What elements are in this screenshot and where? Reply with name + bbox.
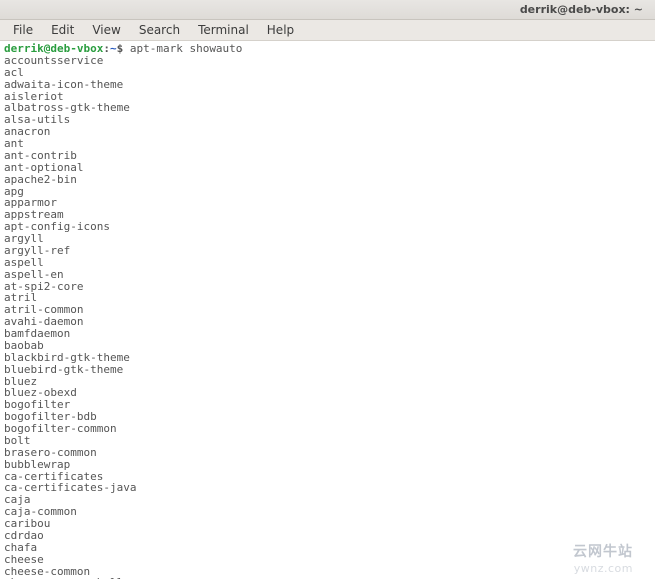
prompt-sep1: :: [103, 42, 110, 55]
menu-edit[interactable]: Edit: [42, 21, 83, 39]
output-line: atril: [4, 292, 651, 304]
output-line: bogofilter-common: [4, 423, 651, 435]
menu-search[interactable]: Search: [130, 21, 189, 39]
output-line: apt-config-icons: [4, 221, 651, 233]
output-line: bluez-obexd: [4, 387, 651, 399]
output-line: baobab: [4, 340, 651, 352]
output-line: bluez: [4, 376, 651, 388]
output-line: argyll: [4, 233, 651, 245]
watermark-sub: ywnz.com: [574, 562, 633, 575]
output-line: bogofilter: [4, 399, 651, 411]
output-line: apparmor: [4, 197, 651, 209]
menubar: File Edit View Search Terminal Help: [0, 20, 655, 41]
output-line: blackbird-gtk-theme: [4, 352, 651, 364]
window-titlebar: derrik@deb-vbox: ~: [0, 0, 655, 20]
output-line: acl: [4, 67, 651, 79]
output-line: bubblewrap: [4, 459, 651, 471]
output-line: albatross-gtk-theme: [4, 102, 651, 114]
output-line: alsa-utils: [4, 114, 651, 126]
menu-terminal[interactable]: Terminal: [189, 21, 258, 39]
output-line: ca-certificates-java: [4, 482, 651, 494]
output-line: argyll-ref: [4, 245, 651, 257]
output-line: apache2-bin: [4, 174, 651, 186]
menu-help[interactable]: Help: [258, 21, 303, 39]
output-line: chafa: [4, 542, 651, 554]
prompt-path: ~: [110, 42, 117, 55]
output-line: adwaita-icon-theme: [4, 79, 651, 91]
output-line: atril-common: [4, 304, 651, 316]
window-title: derrik@deb-vbox: ~: [520, 3, 643, 16]
output-line: caribou: [4, 518, 651, 530]
output-line: anacron: [4, 126, 651, 138]
output-line: caja: [4, 494, 651, 506]
menu-file[interactable]: File: [4, 21, 42, 39]
output-line: bamfdaemon: [4, 328, 651, 340]
terminal-viewport[interactable]: derrik@deb-vbox:~$ apt-mark showauto acc…: [0, 41, 655, 579]
output-line: ant-contrib: [4, 150, 651, 162]
output-line: ant: [4, 138, 651, 150]
output-line: aspell-en: [4, 269, 651, 281]
output-line: accountsservice: [4, 55, 651, 67]
output-line: aspell: [4, 257, 651, 269]
output-line: at-spi2-core: [4, 281, 651, 293]
output-line: bluebird-gtk-theme: [4, 364, 651, 376]
output-line: cheese: [4, 554, 651, 566]
prompt-sep2: $: [117, 42, 124, 55]
output-line: bolt: [4, 435, 651, 447]
menu-view[interactable]: View: [83, 21, 129, 39]
output-line: apg: [4, 186, 651, 198]
watermark-main: 云网牛站: [573, 541, 633, 561]
output-line: brasero-common: [4, 447, 651, 459]
prompt-command: apt-mark showauto: [130, 42, 243, 55]
output-line: caja-common: [4, 506, 651, 518]
output-container: accountsserviceacladwaita-icon-themeaisl…: [4, 55, 651, 579]
output-line: avahi-daemon: [4, 316, 651, 328]
output-line: ant-optional: [4, 162, 651, 174]
output-line: cdrdao: [4, 530, 651, 542]
